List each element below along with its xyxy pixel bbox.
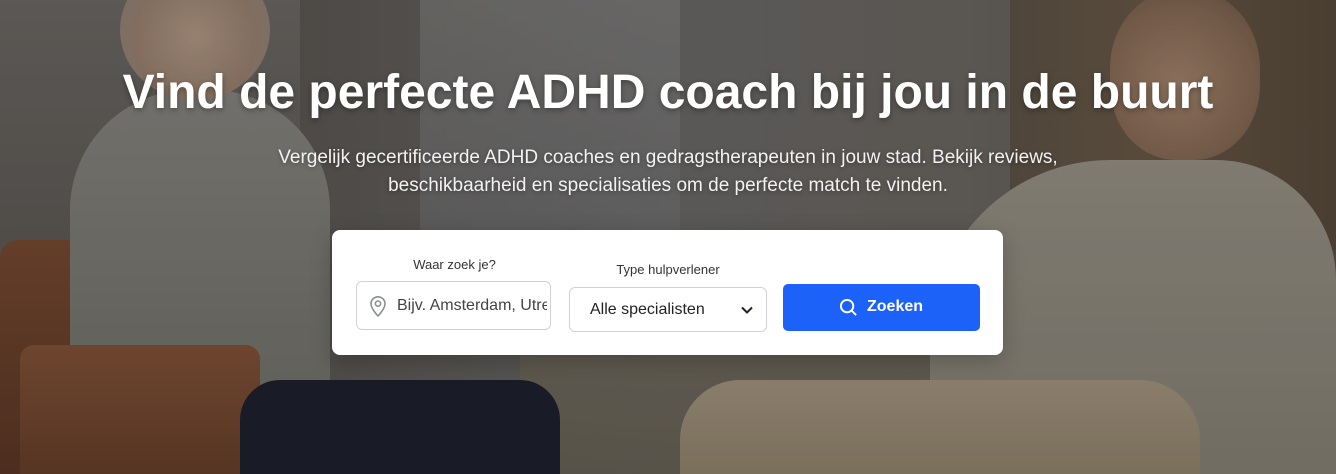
search-card: Waar zoek je? Type hulpverlener Alle spe… [332, 230, 1003, 355]
search-button[interactable]: Zoeken [783, 284, 980, 331]
location-input[interactable] [397, 282, 547, 329]
hero-section: Vind de perfecte ADHD coach bij jou in d… [0, 0, 1336, 474]
search-button-label: Zoeken [867, 298, 924, 315]
type-label: Type hulpverlener [616, 262, 720, 277]
search-icon [839, 298, 857, 316]
specialist-type-select[interactable]: Alle specialisten [569, 287, 767, 332]
page-title: Vind de perfecte ADHD coach bij jou in d… [122, 66, 1214, 119]
location-label: Waar zoek je? [413, 257, 496, 272]
chevron-down-icon [741, 306, 753, 314]
hero-content: Vind de perfecte ADHD coach bij jou in d… [0, 0, 1336, 474]
specialist-type-value: Alle specialisten [590, 301, 705, 318]
location-field[interactable] [356, 281, 551, 330]
map-pin-icon [370, 296, 386, 317]
hero-subtitle: Vergelijk gecertificeerde ADHD coaches e… [278, 147, 1058, 196]
